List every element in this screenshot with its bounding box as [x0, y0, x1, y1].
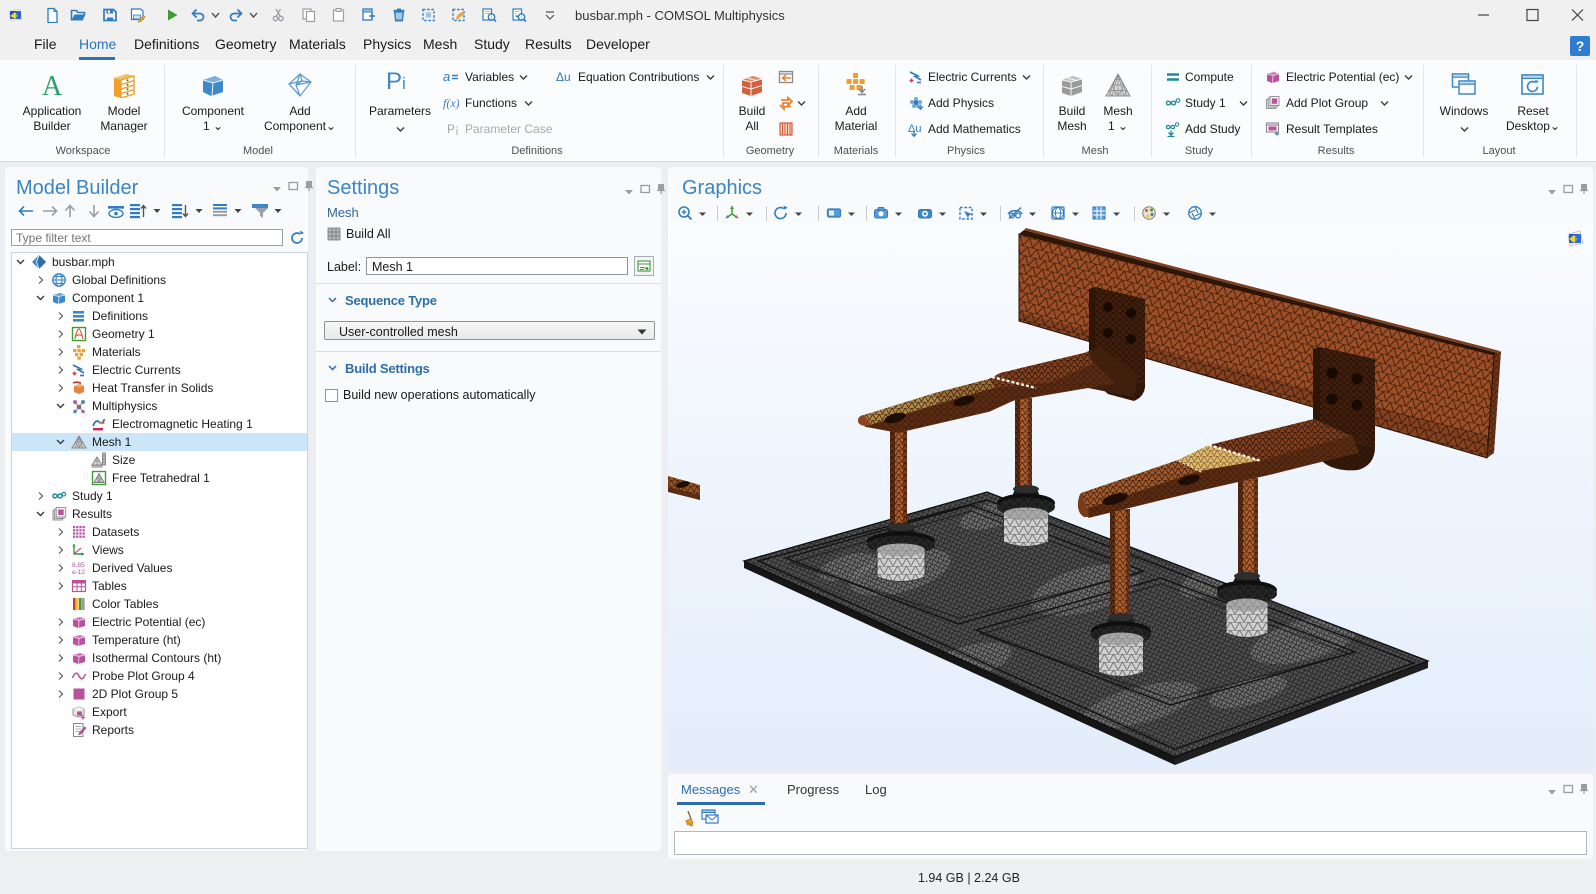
svg-text:a: a — [443, 69, 450, 84]
svg-text:8.85: 8.85 — [72, 562, 85, 569]
svg-text:A: A — [42, 72, 63, 98]
svg-text:f(x): f(x) — [443, 96, 459, 110]
svg-text:Δu: Δu — [908, 123, 921, 135]
svg-text:e-12: e-12 — [72, 569, 85, 576]
svg-text:Δu: Δu — [556, 70, 571, 84]
svg-text:P¡: P¡ — [447, 122, 459, 136]
